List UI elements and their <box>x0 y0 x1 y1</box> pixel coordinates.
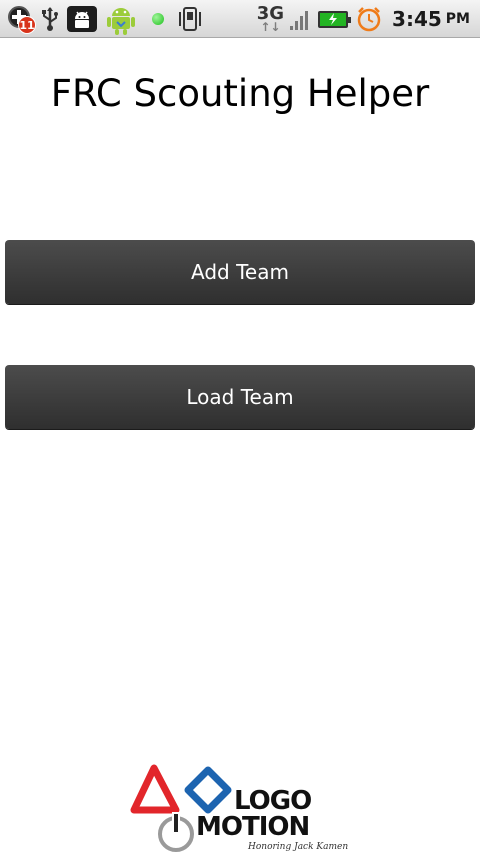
app-title: FRC Scouting Helper <box>50 72 430 115</box>
logo-line-1: LOGO <box>234 786 312 816</box>
notification-count-badge: 11 <box>18 16 36 34</box>
usb-icon <box>40 6 60 32</box>
status-bar: 11 3G ↑↓ 3:45 PM <box>0 0 480 38</box>
load-team-button-label: Load Team <box>186 385 294 409</box>
alarm-icon <box>356 6 382 32</box>
status-bar-left: 11 <box>8 2 208 36</box>
add-team-button[interactable]: Add Team <box>5 240 475 304</box>
green-dot-icon <box>152 13 164 25</box>
load-team-button[interactable]: Load Team <box>5 365 475 429</box>
network-3g-icon: 3G ↑↓ <box>257 5 284 34</box>
clock-ampm: PM <box>445 11 470 27</box>
add-team-button-label: Add Team <box>191 260 289 284</box>
logo-line-2: MOTION <box>196 812 310 842</box>
android-robot-icon <box>104 2 138 36</box>
calendar-icon: 11 <box>8 6 36 34</box>
logo-wordmark: LOGO MOTION <box>196 786 312 842</box>
logo-motion-logo: LOGO MOTION Honoring Jack Kamen <box>130 760 350 854</box>
android-debug-icon <box>66 5 98 33</box>
signal-icon <box>290 8 310 30</box>
battery-charging-icon <box>318 10 352 28</box>
clock-time: 3:45 <box>392 7 442 31</box>
logo-tagline: Honoring Jack Kamen <box>248 842 349 852</box>
phone-vibrate-icon <box>178 6 202 32</box>
status-bar-right: 3G ↑↓ 3:45 PM <box>257 4 470 34</box>
network-activity-arrows: ↑↓ <box>260 20 281 34</box>
